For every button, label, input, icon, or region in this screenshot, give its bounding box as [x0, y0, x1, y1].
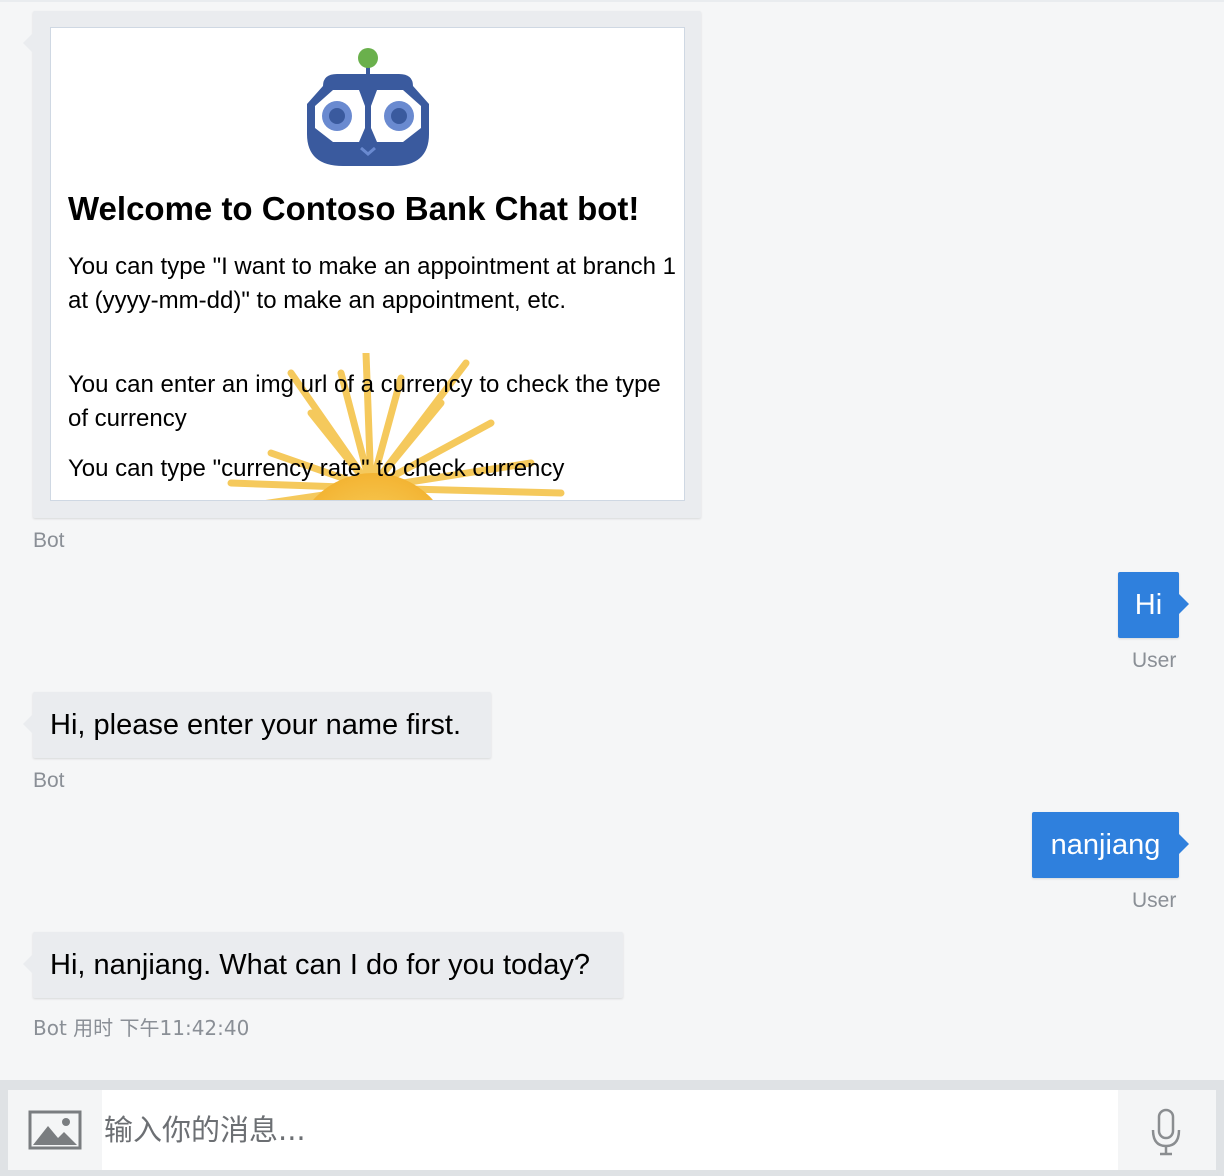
welcome-paragraph-appointment: You can type "I want to make an appointm…	[68, 253, 677, 314]
welcome-title: Welcome to Contoso Bank Chat bot!	[68, 190, 640, 227]
top-divider	[0, 0, 1224, 2]
message-meta-bot-timestamp: Bot 用时 下午11:42:40	[33, 1016, 250, 1040]
message-input[interactable]	[102, 1090, 1118, 1170]
bot-message-text: Hi, nanjiang. What can I do for you toda…	[50, 949, 591, 981]
user-message-text: Hi	[1134, 589, 1163, 621]
image-upload-icon[interactable]	[28, 1110, 82, 1150]
bot-message-welcome: Welcome to Contoso Bank Chat bot! You ca…	[23, 11, 701, 518]
microphone-icon[interactable]	[1150, 1108, 1182, 1156]
robot-owl-logo-icon	[307, 48, 429, 166]
user-message: Hi	[1118, 572, 1189, 638]
bot-message-text: Hi, please enter your name first.	[50, 709, 462, 741]
message-meta-user: User	[1132, 889, 1177, 912]
welcome-card: Welcome to Contoso Bank Chat bot! You ca…	[50, 27, 685, 501]
input-container	[8, 1090, 1216, 1170]
user-message-text: nanjiang	[1050, 829, 1161, 861]
message-meta-user: User	[1132, 649, 1177, 672]
bot-message: Hi, please enter your name first.	[23, 692, 491, 758]
message-meta-bot: Bot	[33, 529, 65, 552]
bot-message: Hi, nanjiang. What can I do for you toda…	[23, 932, 623, 998]
message-input-bar	[0, 1080, 1224, 1176]
welcome-paragraph-currency-type: You can enter an img url of a currency t…	[68, 371, 661, 432]
user-message: nanjiang	[1032, 812, 1189, 878]
welcome-paragraph-currency-rate: You can type "currency rate" to check cu…	[68, 455, 565, 482]
message-meta-bot: Bot	[33, 769, 65, 792]
